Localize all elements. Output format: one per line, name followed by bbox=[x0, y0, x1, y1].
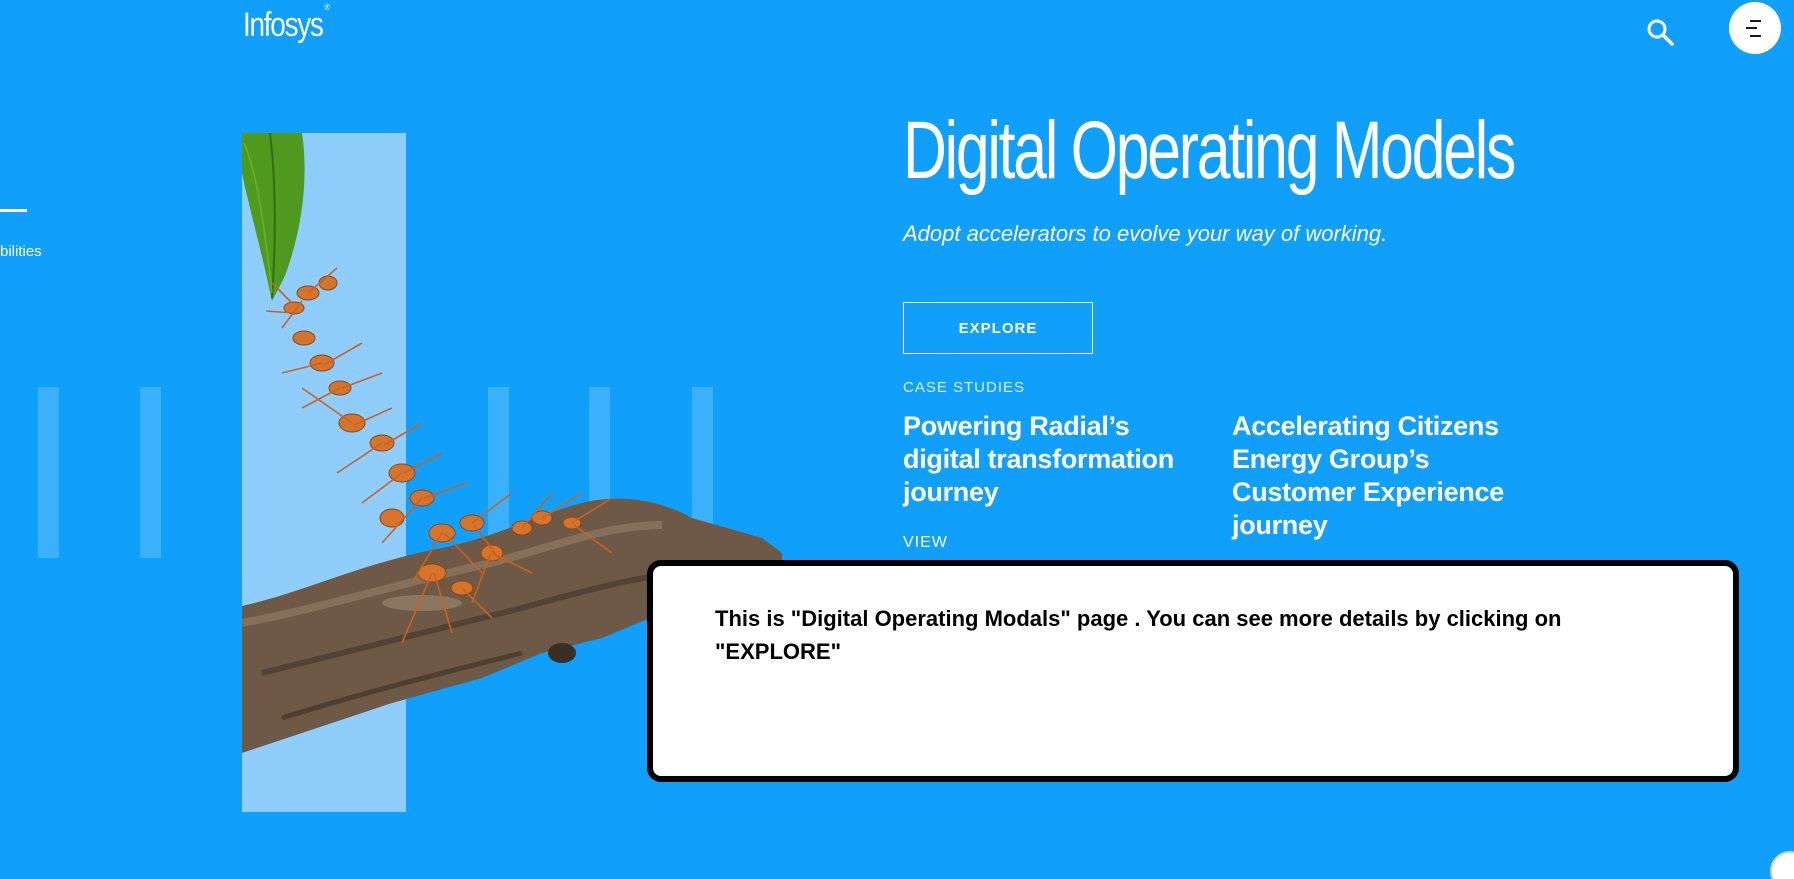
logo-text: Infosys bbox=[243, 6, 324, 44]
side-nav-active-indicator bbox=[0, 209, 27, 212]
view-link[interactable]: VIEW bbox=[903, 534, 948, 552]
search-icon bbox=[1647, 19, 1674, 46]
side-nav-item-capabilities[interactable]: bilities bbox=[0, 243, 42, 260]
search-button[interactable] bbox=[1644, 16, 1678, 50]
case-study-link-citizens-energy[interactable]: Accelerating Citizens Energy Group’s Cus… bbox=[1232, 410, 1532, 542]
menu-icon-line bbox=[1750, 20, 1761, 22]
menu-button[interactable] bbox=[1729, 2, 1781, 54]
menu-icon-line bbox=[1750, 35, 1761, 37]
scroll-to-top-button[interactable] bbox=[1770, 851, 1794, 879]
explore-button[interactable]: EXPLORE bbox=[903, 302, 1093, 354]
decorative-stripe bbox=[38, 387, 59, 558]
callout-text: This is "Digital Operating Modals" page … bbox=[715, 606, 1562, 664]
menu-icon-line bbox=[1746, 27, 1757, 29]
page-subtitle: Adopt accelerators to evolve your way of… bbox=[903, 221, 1388, 246]
infosys-logo[interactable]: Infosys ® bbox=[243, 2, 330, 45]
registered-mark: ® bbox=[324, 1, 330, 12]
page-title: Digital Operating Models bbox=[903, 105, 1516, 196]
case-study-link-radial[interactable]: Powering Radial’s digital transformation… bbox=[903, 410, 1203, 509]
case-studies-label: CASE STUDIES bbox=[903, 379, 1026, 396]
decorative-stripe bbox=[140, 387, 161, 558]
instruction-callout: This is "Digital Operating Modals" page … bbox=[647, 560, 1739, 782]
